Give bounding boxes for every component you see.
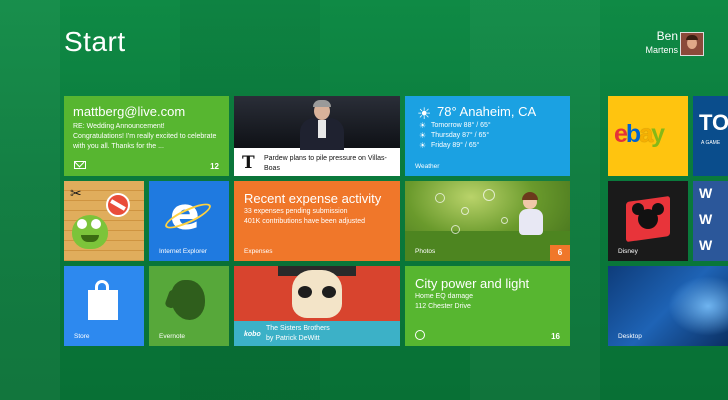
photos-tile-label: Photos xyxy=(415,248,436,255)
evernote-tile[interactable]: Evernote xyxy=(149,266,229,346)
desktop-tile-label: Desktop xyxy=(618,333,642,340)
ebay-logo: ebay xyxy=(614,120,665,148)
book-title: The Sisters Brothers xyxy=(266,325,330,332)
sun-icon: ☀ xyxy=(419,121,427,130)
expenses-line-1: 33 expenses pending submission xyxy=(244,208,348,215)
user-last-name: Martens xyxy=(645,45,678,55)
news-photo xyxy=(234,96,400,150)
evernote-tile-label: Evernote xyxy=(159,333,186,340)
toyota-logo: TO xyxy=(699,110,728,135)
desktop-tile[interactable]: Desktop xyxy=(608,266,728,346)
sun-icon: ☀ xyxy=(419,141,427,150)
ebay-tile[interactable]: ebay xyxy=(608,96,688,176)
city-power-line-1: Home EQ damage xyxy=(415,293,473,300)
word-tile[interactable]: W W W xyxy=(693,181,728,261)
city-power-title: City power and light xyxy=(415,276,530,291)
news-tile[interactable]: T Pardew plans to pile pressure on Villa… xyxy=(234,96,400,176)
weather-tile[interactable]: ☀ 78° Anaheim, CA ☀ Tomorrow 88° / 65° ☀ T… xyxy=(405,96,570,176)
mail-account: mattberg@live.com xyxy=(73,104,186,119)
ie-tile-label: Internet Explorer xyxy=(159,248,208,255)
word-letter: W xyxy=(699,185,713,201)
envelope-icon xyxy=(74,161,86,169)
book-author: by Patrick DeWitt xyxy=(266,335,320,342)
expenses-tile-label: Expenses xyxy=(244,248,273,255)
cut-the-rope-tile[interactable]: ✂ xyxy=(64,181,144,261)
user-first-name: Ben xyxy=(656,29,678,43)
internet-explorer-tile[interactable]: e Internet Explorer xyxy=(149,181,229,261)
sun-icon: ☀ xyxy=(419,131,427,140)
city-power-icon xyxy=(415,330,425,340)
news-headline: Pardew plans to pile pressure on Villas-… xyxy=(264,155,387,172)
city-power-tile[interactable]: City power and light Home EQ damage 112 … xyxy=(405,266,570,346)
expenses-tile[interactable]: Recent expense activity 33 expenses pend… xyxy=(234,181,400,261)
kobo-logo: kobo xyxy=(244,331,261,338)
store-tile-label: Store xyxy=(74,333,90,340)
disney-tile-label: Disney xyxy=(618,248,638,255)
weather-tile-label: Weather xyxy=(415,163,440,170)
news-source-logo: T xyxy=(242,153,255,173)
expenses-title: Recent expense activity xyxy=(244,191,382,206)
city-power-count: 16 xyxy=(551,332,560,341)
shopping-bag-icon xyxy=(88,290,118,320)
word-letter: W xyxy=(699,237,713,253)
city-power-line-2: 112 Chester Drive xyxy=(415,303,471,310)
expenses-line-2: 401K contributions have been adjusted xyxy=(244,218,366,225)
candy-icon xyxy=(106,193,130,217)
mail-subject: RE: Wedding Announcement! xyxy=(73,123,165,130)
mail-tile[interactable]: mattberg@live.com RE: Wedding Announceme… xyxy=(64,96,229,176)
mail-preview: Congratulations! I'm really excited to c… xyxy=(73,133,217,150)
photos-tile[interactable]: Photos 6 xyxy=(405,181,570,261)
scissors-icon: ✂ xyxy=(70,185,82,201)
weather-current: 78° Anaheim, CA xyxy=(437,104,537,119)
store-tile[interactable]: Store xyxy=(64,266,144,346)
photos-count: 6 xyxy=(550,245,570,261)
kobo-book-tile[interactable]: kobo The Sisters Brothers by Patrick DeW… xyxy=(234,266,400,346)
word-letter: W xyxy=(699,211,713,227)
mickey-icon xyxy=(638,209,658,229)
disney-tile[interactable]: Disney xyxy=(608,181,688,261)
toyota-tagline: A GAME xyxy=(701,140,721,146)
mail-count: 12 xyxy=(210,162,219,171)
page-title: Start xyxy=(64,26,126,57)
avatar[interactable] xyxy=(680,32,704,56)
toyota-tile[interactable]: TO A GAME xyxy=(693,96,728,176)
